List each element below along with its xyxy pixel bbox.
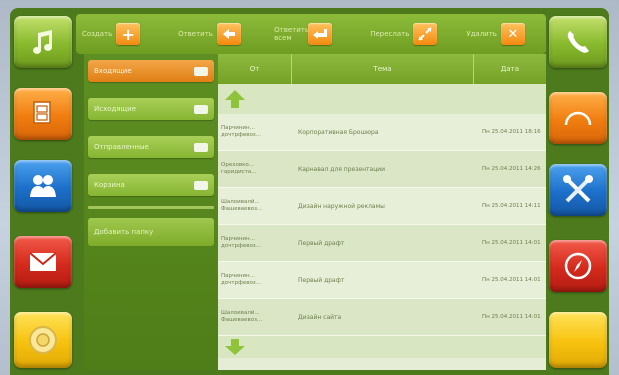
create-label: Создать [82, 30, 113, 38]
cell-date: Пн 25.04.2011 18:16 [482, 128, 541, 135]
reply-all-button[interactable] [308, 23, 333, 45]
cell-from: Парчинин... дочтрфевоз... [221, 273, 261, 286]
blank-button[interactable] [549, 312, 607, 368]
folder-sent[interactable]: Отправленные [88, 136, 214, 158]
cell-date: Пн 25.04.2011 14:11 [482, 202, 541, 209]
column-subject[interactable]: Тема [292, 54, 474, 84]
column-from[interactable]: От [218, 54, 292, 84]
table-row[interactable]: Шалоивалй... Фашеваевоз... Дизайн наружн… [218, 188, 546, 225]
folder-outbox[interactable]: Исходящие [88, 98, 214, 120]
folder-inbox[interactable]: Входящие [88, 60, 214, 82]
cell-date: Пн 25.04.2011 14:26 [482, 165, 541, 172]
toolbar: Создать + Ответить Ответить всем Пересла… [76, 14, 546, 54]
reply-label: Ответить [178, 30, 213, 38]
phone-icon [567, 31, 589, 53]
table-body: Парчинин... дочтрфевоз... Корпоративная … [218, 114, 546, 336]
compass-icon [564, 252, 592, 280]
cell-date: Пн 25.04.2011 14:01 [482, 276, 541, 283]
forward-label: Переслать [370, 30, 410, 38]
expand-arrows-icon [418, 27, 433, 41]
arrow-up-icon[interactable] [224, 89, 246, 109]
arrow-down-icon[interactable] [224, 338, 246, 356]
cell-subject: Дизайн наружной рекламы [298, 202, 385, 210]
add-folder-label: Добавить папку [94, 228, 154, 236]
cell-subject: Дизайн сайта [298, 313, 342, 321]
delete-label: Удалить [466, 30, 497, 38]
cell-subject: Карнавал для презентации [298, 165, 386, 173]
cell-date: Пн 25.04.2011 14:01 [482, 239, 541, 246]
folder-panel: Входящие Исходящие Отправленные Корзина … [84, 54, 218, 370]
speedometer-button[interactable] [549, 92, 607, 144]
dial-button[interactable] [14, 312, 72, 368]
folder-count [194, 66, 208, 76]
documents-button[interactable] [14, 88, 72, 140]
close-icon: ✕ [507, 26, 519, 42]
folder-label: Отправленные [94, 143, 149, 151]
cell-from: Парчинин... дочтрфевоз... [221, 236, 261, 249]
reply-button[interactable] [216, 23, 241, 45]
message-table: От Тема Дата Парчинин... дочтрфевоз... К… [218, 54, 546, 370]
reply-group: Ответить [178, 23, 270, 45]
folder-trash[interactable]: Корзина [88, 174, 214, 196]
forward-group: Переслать [370, 23, 462, 45]
table-row[interactable]: Парчинин... дочтрфевоз... Первый драфт П… [218, 225, 546, 262]
cell-subject: Первый драфт [298, 239, 345, 247]
music-note-icon [33, 30, 53, 54]
cell-date: Пн 25.04.2011 14:01 [482, 313, 541, 320]
reply-all-icon [313, 29, 328, 39]
delete-button[interactable]: ✕ [500, 23, 525, 45]
cell-from: Парчинин... дочтрфевоз... [221, 125, 261, 138]
table-row[interactable]: Парчинин... дочтрфевоз... Корпоративная … [218, 114, 546, 151]
mail-button[interactable] [14, 236, 72, 288]
reply-all-group: Ответить всем [274, 23, 366, 45]
scroll-down-row [218, 336, 546, 358]
folder-label: Исходящие [94, 105, 137, 113]
create-button[interactable]: + [116, 23, 141, 45]
contacts-icon [30, 175, 56, 197]
screen-frame: Создать + Ответить Ответить всем Пересла… [0, 0, 619, 375]
table-header: От Тема Дата [218, 54, 546, 84]
contacts-button[interactable] [14, 160, 72, 212]
cell-from: Ореховко... гаридиста... [221, 162, 257, 175]
compass-button[interactable] [549, 240, 607, 292]
table-row[interactable]: Шалоивалй... Фашеваевоз... Дизайн сайта … [218, 299, 546, 336]
cell-from: Шалоивалй... Фашеваевоз... [221, 199, 263, 212]
create-group: Создать + [82, 23, 174, 45]
table-row[interactable]: Парчинин... дочтрфевоз... Первый драфт П… [218, 262, 546, 299]
delete-group: Удалить ✕ [466, 23, 540, 45]
folder-count [194, 104, 208, 114]
dial-icon [29, 326, 57, 354]
add-folder-button[interactable]: Добавить папку [88, 218, 214, 246]
folder-divider [88, 206, 214, 209]
cell-from: Шалоивалй... Фашеваевоз... [221, 310, 263, 323]
tools-button[interactable] [549, 164, 607, 216]
folder-count [194, 180, 208, 190]
documents-icon [33, 101, 51, 124]
cell-subject: Первый драфт [298, 276, 345, 284]
arrow-left-icon [222, 29, 235, 39]
reply-all-label: Ответить всем [274, 26, 310, 42]
plus-icon: + [121, 24, 135, 44]
folder-label: Корзина [94, 181, 125, 189]
column-date[interactable]: Дата [474, 54, 546, 84]
music-button[interactable] [14, 16, 72, 68]
forward-button[interactable] [413, 23, 438, 45]
folder-count [194, 142, 208, 152]
scroll-up-row [218, 84, 546, 114]
tools-icon [563, 175, 593, 203]
speedometer-icon [564, 111, 592, 126]
folder-label: Входящие [94, 67, 132, 75]
phone-button[interactable] [549, 16, 607, 68]
envelope-icon [29, 252, 57, 271]
cell-subject: Корпоративная Брошюра [298, 128, 379, 136]
table-row[interactable]: Ореховко... гаридиста... Карнавал для пр… [218, 151, 546, 188]
